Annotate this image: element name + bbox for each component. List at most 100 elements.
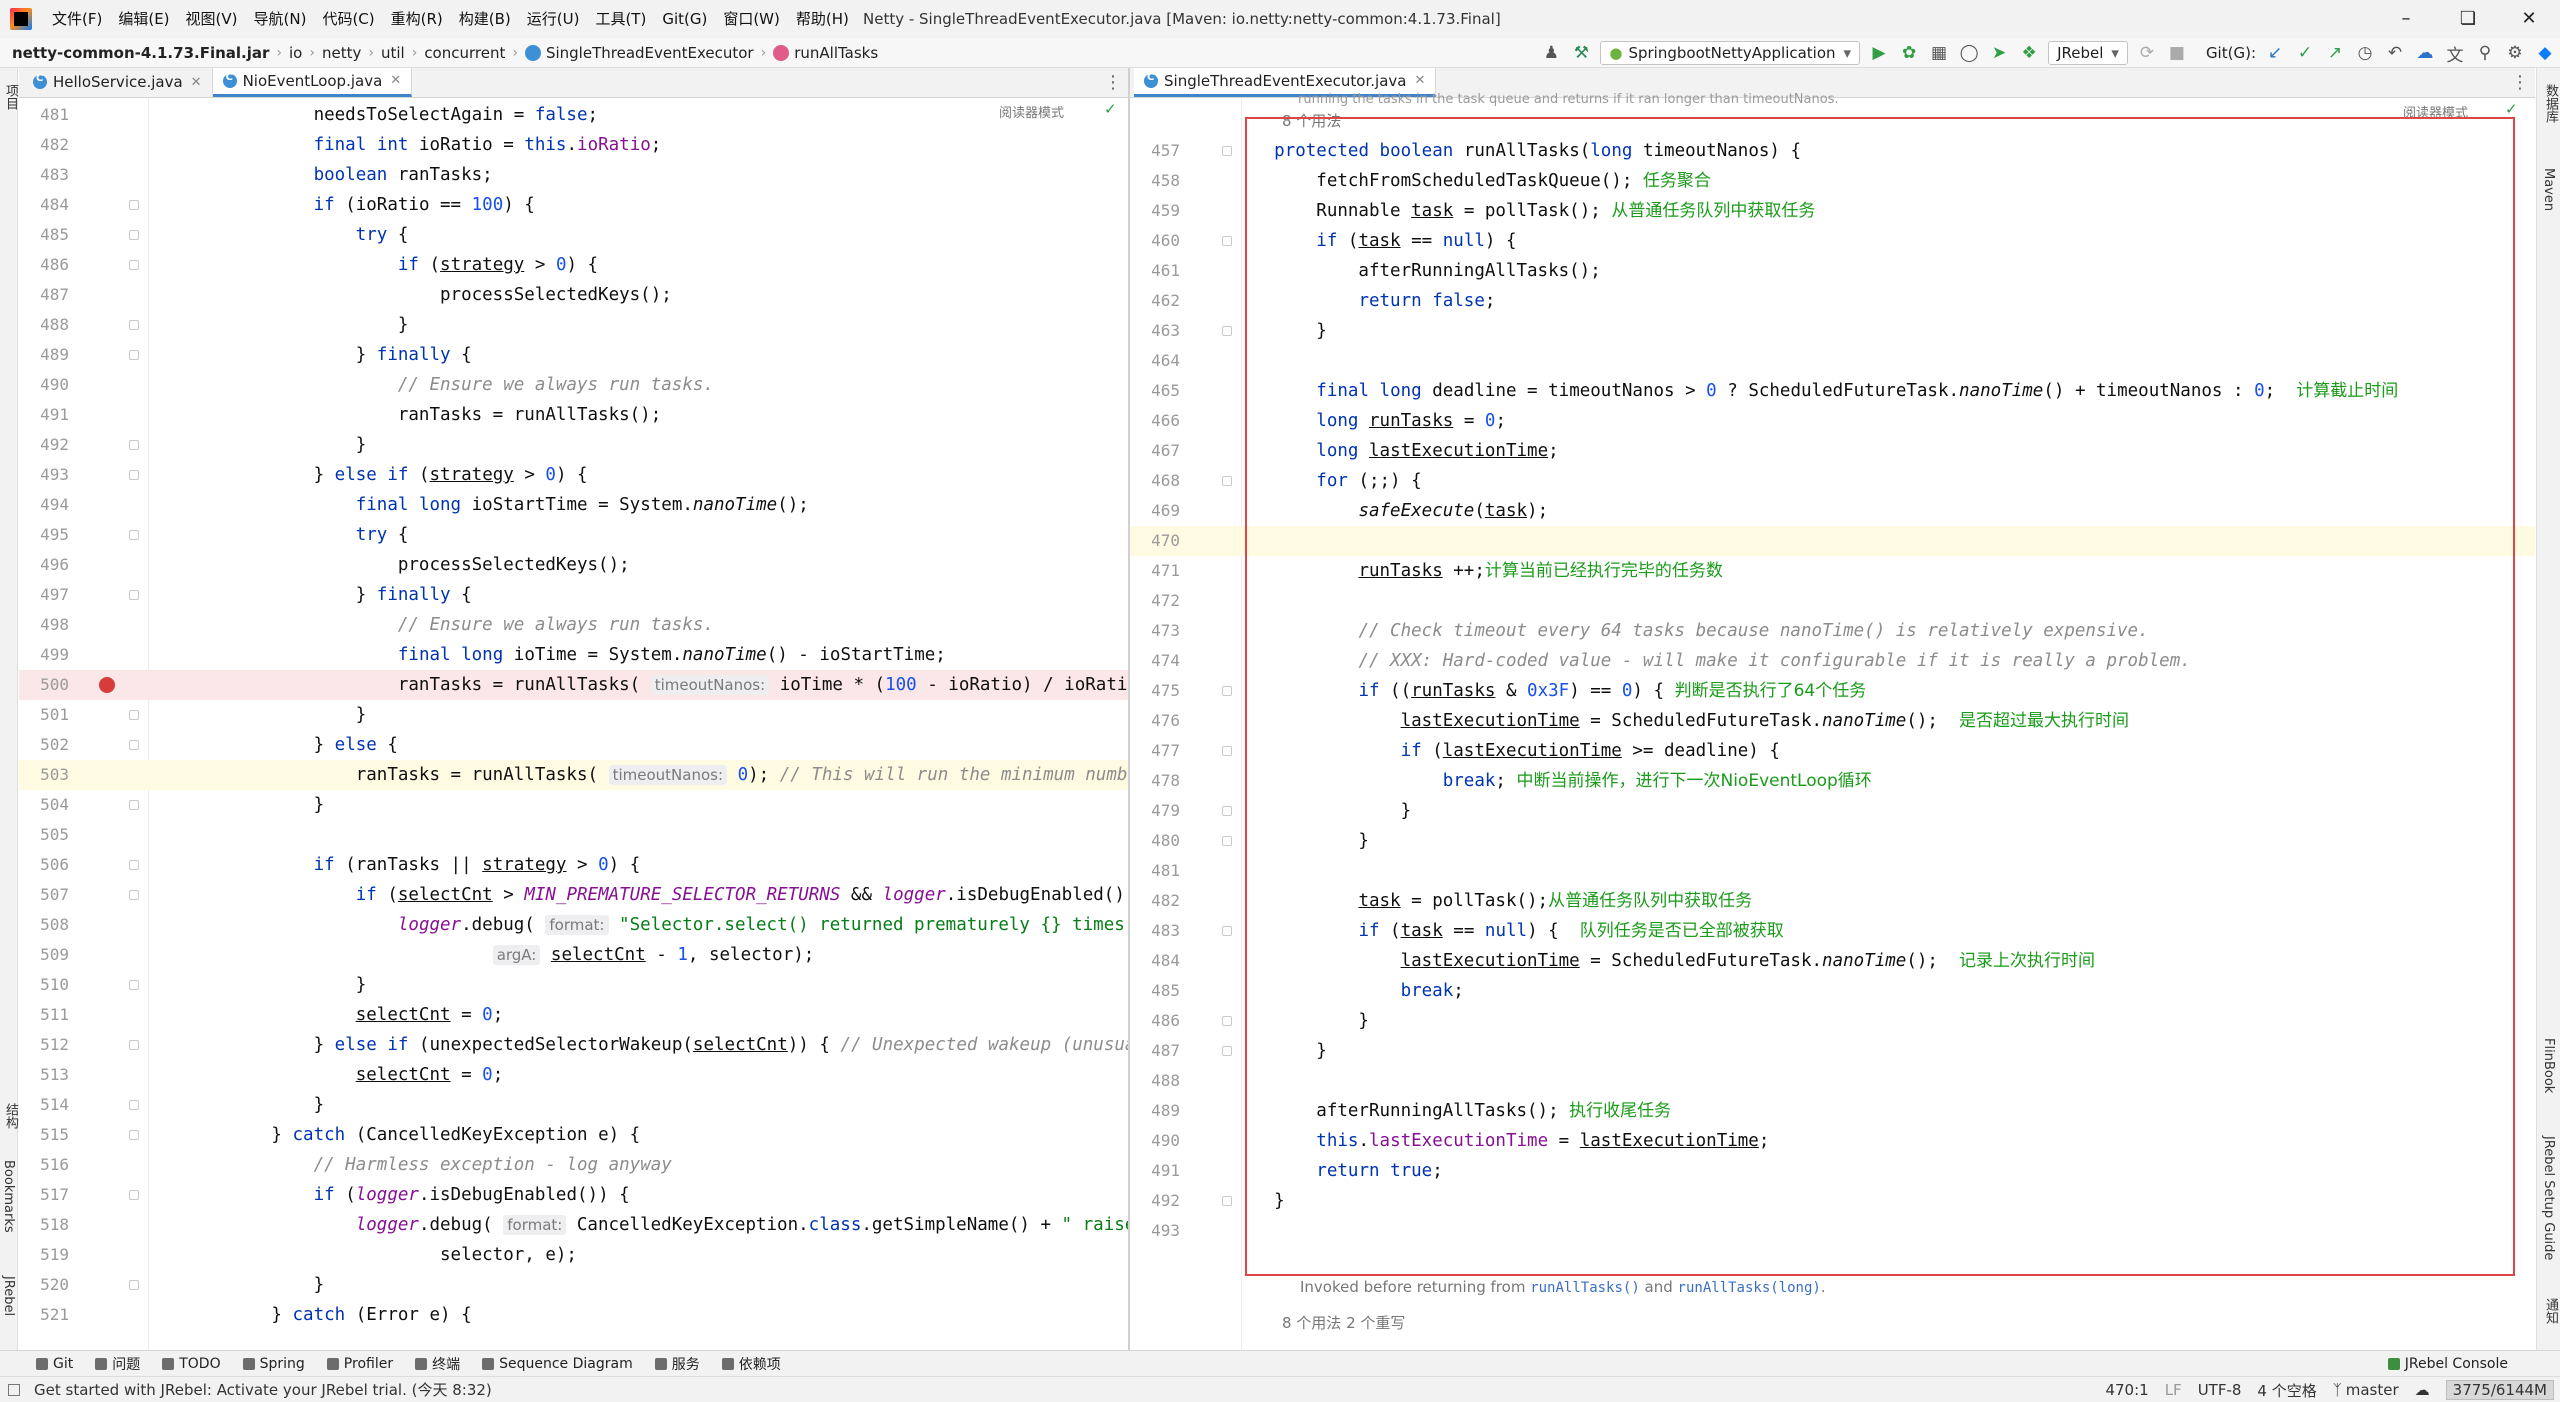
line-number[interactable]: 482	[19, 130, 69, 160]
jrebel-setup-guide-button[interactable]: JRebel Setup Guide	[2541, 1136, 2556, 1260]
line-number[interactable]: 520	[19, 1270, 69, 1300]
line-number[interactable]: 490	[1130, 1126, 1180, 1156]
debug-icon[interactable]: ✿	[1894, 39, 1924, 67]
profile-icon[interactable]: ◯	[1954, 39, 1984, 67]
line-number[interactable]: 483	[19, 160, 69, 190]
jrebel-debug-icon[interactable]: ❖	[2014, 39, 2044, 67]
menu-item[interactable]: 重构(R)	[383, 0, 451, 38]
jrebel-console-button[interactable]: JRebel Console	[2387, 1356, 2508, 1372]
line-number[interactable]: 508	[19, 910, 69, 940]
tool-window-button[interactable]: Spring	[242, 1356, 305, 1372]
fold-marker-icon[interactable]	[129, 260, 139, 270]
line-number[interactable]: 509	[19, 940, 69, 970]
caret-position[interactable]: 470:1	[2105, 1381, 2148, 1399]
database-tool-button[interactable]: 数据库	[2541, 84, 2560, 123]
fold-marker-icon[interactable]	[1222, 476, 1232, 486]
line-number[interactable]: 485	[1130, 976, 1180, 1006]
close-tab-icon[interactable]: ✕	[390, 73, 401, 88]
code-area-left[interactable]: 阅读器模式 ✓ 481 needsToSelectAgain = false; 4…	[19, 98, 1128, 1350]
line-number[interactable]: 490	[19, 370, 69, 400]
close-window-icon[interactable]: ✕	[2498, 0, 2560, 38]
line-number[interactable]: 476	[1130, 706, 1180, 736]
line-number[interactable]: 489	[19, 340, 69, 370]
line-number[interactable]: 486	[19, 250, 69, 280]
usages-hint-top[interactable]: 8 个用法	[1282, 110, 1341, 131]
fold-marker-icon[interactable]	[129, 890, 139, 900]
lock-icon[interactable]: ☁	[2415, 1381, 2430, 1399]
line-number[interactable]: 493	[1130, 1216, 1180, 1246]
tool-window-button[interactable]: Sequence Diagram	[482, 1356, 633, 1372]
fold-marker-icon[interactable]	[1222, 836, 1232, 846]
status-message[interactable]: Get started with JRebel: Activate your J…	[34, 1379, 492, 1400]
fold-marker-icon[interactable]	[1222, 806, 1232, 816]
fold-marker-icon[interactable]	[129, 1280, 139, 1290]
tool-window-button[interactable]: 终端	[415, 1354, 460, 1374]
jrebel-select[interactable]: JRebel ▾	[2048, 41, 2128, 65]
rollback-icon[interactable]: ↶	[2380, 39, 2410, 67]
line-number[interactable]: 462	[1130, 286, 1180, 316]
line-number[interactable]: 479	[1130, 796, 1180, 826]
jrebel-run-icon[interactable]: ➤	[1984, 39, 2014, 67]
fold-marker-icon[interactable]	[1222, 926, 1232, 936]
menu-item[interactable]: 运行(U)	[519, 0, 588, 38]
line-number[interactable]: 495	[19, 520, 69, 550]
stop-icon[interactable]: ■	[2162, 39, 2192, 67]
breadcrumb-item[interactable]: util	[377, 44, 409, 62]
menu-item[interactable]: 代码(C)	[314, 0, 382, 38]
jrebel-update-icon[interactable]: ⟳	[2132, 39, 2162, 67]
line-number[interactable]: 501	[19, 700, 69, 730]
fold-marker-icon[interactable]	[1222, 1046, 1232, 1056]
line-number[interactable]: 500	[19, 670, 69, 700]
line-number[interactable]: 521	[19, 1300, 69, 1330]
line-number[interactable]: 515	[19, 1120, 69, 1150]
editor-tab[interactable]: HelloService.java ✕	[23, 68, 213, 97]
tool-window-button[interactable]: TODO	[162, 1356, 221, 1372]
line-number[interactable]: 470	[1130, 526, 1180, 556]
git-commit-icon[interactable]: ✓	[2290, 39, 2320, 67]
line-number[interactable]: 511	[19, 1000, 69, 1030]
breakpoint-icon[interactable]	[99, 677, 115, 693]
fold-marker-icon[interactable]	[1222, 236, 1232, 246]
fold-marker-icon[interactable]	[129, 350, 139, 360]
line-number[interactable]: 471	[1130, 556, 1180, 586]
line-number[interactable]: 468	[1130, 466, 1180, 496]
run-icon[interactable]: ▶	[1864, 39, 1894, 67]
bookmarks-tool-button[interactable]: Bookmarks	[1, 1160, 16, 1233]
line-number[interactable]: 477	[1130, 736, 1180, 766]
menu-item[interactable]: 视图(V)	[178, 0, 246, 38]
line-number[interactable]: 504	[19, 790, 69, 820]
line-number[interactable]: 506	[19, 850, 69, 880]
jrebel-tool-button[interactable]: JRebel	[1, 1276, 16, 1316]
line-number[interactable]: 507	[19, 880, 69, 910]
history-icon[interactable]: ◷	[2350, 39, 2380, 67]
fold-marker-icon[interactable]	[1222, 1016, 1232, 1026]
line-number[interactable]: 487	[1130, 1036, 1180, 1066]
vcs-branch-icon[interactable]: ☁	[2410, 39, 2440, 67]
file-encoding[interactable]: UTF-8	[2198, 1381, 2242, 1399]
line-number[interactable]: 475	[1130, 676, 1180, 706]
line-number[interactable]: 485	[19, 220, 69, 250]
line-number[interactable]: 466	[1130, 406, 1180, 436]
menu-item[interactable]: 窗口(W)	[715, 0, 788, 38]
fold-marker-icon[interactable]	[129, 1040, 139, 1050]
line-number[interactable]: 478	[1130, 766, 1180, 796]
line-number[interactable]: 465	[1130, 376, 1180, 406]
line-number[interactable]: 481	[19, 100, 69, 130]
line-number[interactable]: 457	[1130, 136, 1180, 166]
line-number[interactable]: 472	[1130, 586, 1180, 616]
run-configuration-select[interactable]: ● SpringbootNettyApplication ▾	[1600, 41, 1861, 65]
line-number[interactable]: 519	[19, 1240, 69, 1270]
line-number[interactable]: 493	[19, 460, 69, 490]
reader-mode-toggle[interactable]: 阅读器模式	[2403, 102, 2468, 121]
javadoc-link[interactable]: runAllTasks()	[1530, 1280, 1640, 1296]
tool-window-button[interactable]: Profiler	[326, 1356, 393, 1372]
line-number[interactable]: 494	[19, 490, 69, 520]
project-tool-button[interactable]: 项目	[1, 84, 20, 110]
line-number[interactable]: 513	[19, 1060, 69, 1090]
line-number[interactable]: 483	[1130, 916, 1180, 946]
line-number[interactable]: 473	[1130, 616, 1180, 646]
memory-indicator[interactable]: 3775/6144M	[2445, 1380, 2554, 1400]
tool-window-button[interactable]: Git	[36, 1356, 73, 1372]
line-number[interactable]: 512	[19, 1030, 69, 1060]
line-number[interactable]: 488	[19, 310, 69, 340]
